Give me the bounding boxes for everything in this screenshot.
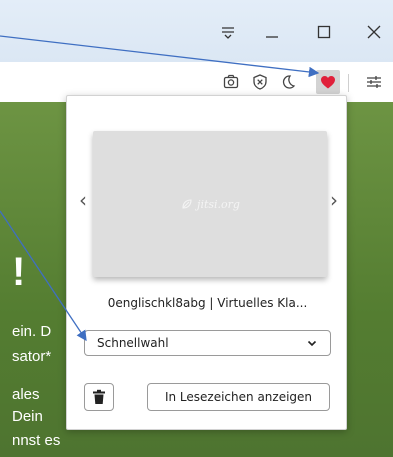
heart-icon[interactable] (316, 70, 340, 94)
window-titlebar (0, 0, 393, 62)
prev-arrow-icon[interactable]: ‹ (75, 190, 91, 210)
moon-icon[interactable] (276, 70, 300, 94)
next-arrow-icon[interactable]: › (326, 190, 342, 210)
page-heading-fragment: ! (12, 250, 26, 294)
page-text-line: ein. D (12, 323, 52, 340)
bookmark-title: 0englischkl8abg | Virtuelles Kla... (107, 296, 308, 310)
camera-icon[interactable] (219, 70, 243, 94)
toolbar-divider (348, 74, 349, 92)
page-thumbnail[interactable]: jitsi.org (93, 131, 327, 277)
show-in-bookmarks-button[interactable]: In Lesezeichen anzeigen (147, 383, 330, 411)
folder-select[interactable]: Schnellwahl (84, 330, 331, 356)
menu-lines-icon[interactable] (214, 18, 242, 46)
chevron-down-icon (307, 340, 317, 347)
jitsi-leaf-icon (182, 199, 192, 209)
folder-select-value: Schnellwahl (97, 336, 169, 350)
page-text-line: nnst es (12, 432, 61, 449)
page-text-line: ales (12, 386, 40, 403)
jitsi-logo: jitsi.org (180, 197, 240, 211)
shield-x-icon[interactable] (248, 70, 272, 94)
trash-icon (93, 389, 105, 404)
bookmark-popup: ‹ jitsi.org › 0englischkl8abg | Virtuell… (66, 95, 347, 430)
close-icon[interactable] (360, 18, 388, 46)
page-text-line: sator* (12, 348, 52, 365)
sliders-icon[interactable] (362, 70, 386, 94)
page-text-line: Dein (12, 408, 43, 425)
minimize-icon[interactable] (258, 18, 286, 46)
jitsi-logo-text: jitsi.org (197, 197, 240, 211)
maximize-icon[interactable] (310, 18, 338, 46)
delete-bookmark-button[interactable] (84, 383, 114, 411)
